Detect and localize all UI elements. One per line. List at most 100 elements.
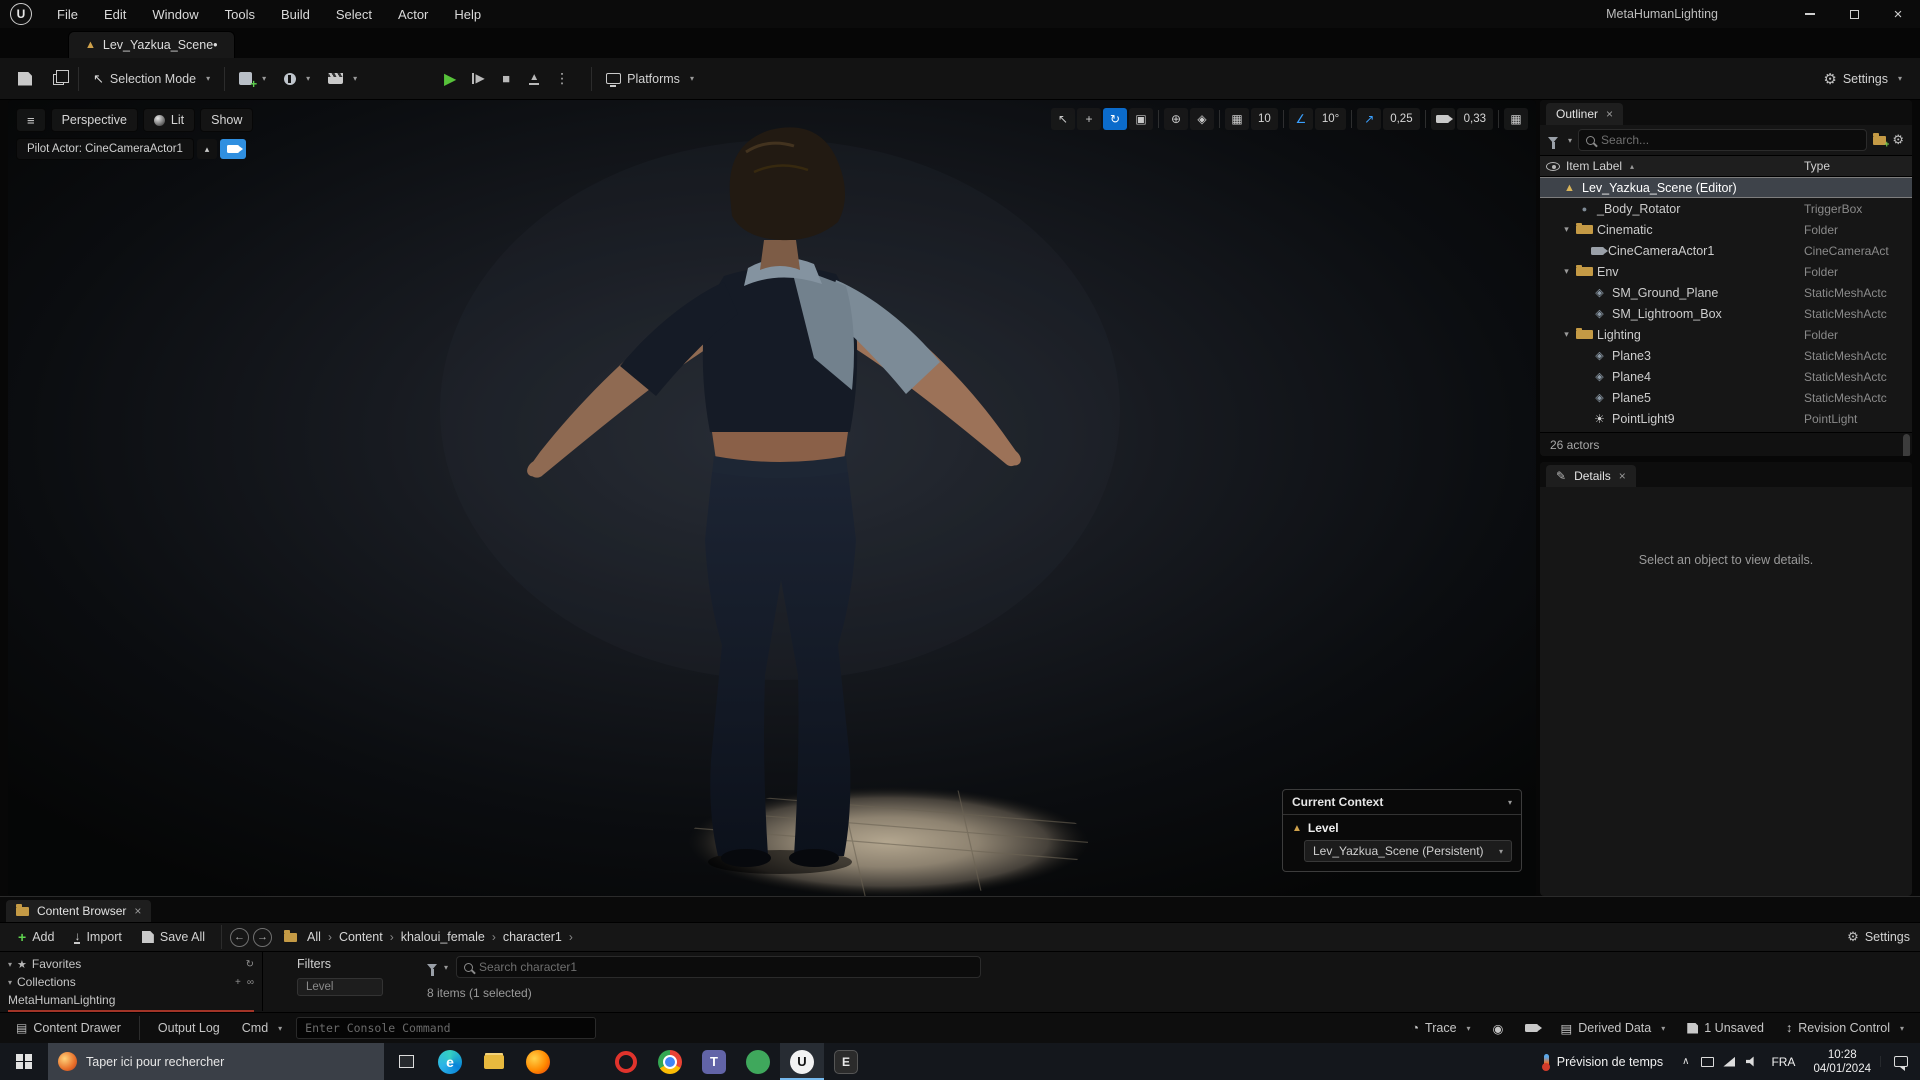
taskbar-app-teams[interactable]: [692, 1043, 736, 1080]
breadcrumb-item[interactable]: Content: [339, 930, 383, 944]
camera-speed-button[interactable]: [1430, 108, 1455, 130]
menu-file[interactable]: File: [44, 0, 91, 28]
maximize-viewport-button[interactable]: ▦: [1504, 108, 1528, 130]
add-button[interactable]: + Add: [10, 922, 62, 952]
play-options-button[interactable]: ⋮: [549, 65, 575, 93]
sidebar-item-collections[interactable]: ▾ Collections + ∞: [0, 973, 262, 991]
content-drawer-button[interactable]: ▤ Content Drawer: [8, 1016, 129, 1040]
column-item-label[interactable]: Item Label ▴: [1566, 159, 1804, 173]
link-icon[interactable]: ∞: [247, 977, 254, 988]
outliner-row[interactable]: ◈ Plane3 StaticMeshActc: [1540, 345, 1912, 366]
rotate-tool-button[interactable]: ↻: [1103, 108, 1128, 130]
asset-search-input[interactable]: [479, 960, 974, 974]
close-icon[interactable]: ×: [134, 904, 141, 918]
stop-button[interactable]: ■: [493, 65, 519, 93]
taskbar-app-app-green[interactable]: [736, 1043, 780, 1080]
viewport-scene[interactable]: [8, 100, 1536, 896]
content-browser-settings-button[interactable]: ⚙ Settings: [1847, 929, 1910, 945]
taskbar-app-chrome[interactable]: [648, 1043, 692, 1080]
start-button[interactable]: [0, 1043, 48, 1080]
forward-button[interactable]: →: [253, 927, 273, 947]
console-command-input[interactable]: [305, 1021, 588, 1035]
taskbar-app-unreal[interactable]: [780, 1043, 824, 1080]
taskbar-search-input[interactable]: [86, 1054, 374, 1069]
taskbar-app-opera[interactable]: [604, 1043, 648, 1080]
menu-window[interactable]: Window: [139, 0, 211, 28]
outliner-row[interactable]: ◈ SM_Ground_Plane StaticMeshActc: [1540, 282, 1912, 303]
volume-tray-button[interactable]: [1740, 1043, 1762, 1080]
menu-help[interactable]: Help: [441, 0, 494, 28]
tray-expand-button[interactable]: ∧: [1675, 1056, 1696, 1067]
network-tray-button[interactable]: [1718, 1043, 1740, 1080]
pilot-actor-label[interactable]: Pilot Actor: CineCameraActor1: [16, 138, 194, 160]
collapse-arrow-icon[interactable]: ▾: [1561, 266, 1572, 277]
launch-button[interactable]: ▲: [521, 65, 547, 93]
outliner-row[interactable]: CineCameraActor1 CineCameraAct: [1540, 240, 1912, 261]
world-space-button[interactable]: ⊕: [1164, 108, 1189, 130]
language-indicator[interactable]: FRA: [1762, 1055, 1804, 1069]
taskbar-app-edge[interactable]: [428, 1043, 472, 1080]
level-tab[interactable]: ▲ Lev_Yazkua_Scene•: [68, 31, 235, 58]
outliner-search[interactable]: [1578, 129, 1868, 151]
revision-control-dropdown[interactable]: ↕ Revision Control ▾: [1778, 1016, 1912, 1040]
breadcrumb-item[interactable]: All: [307, 930, 321, 944]
scale-tool-button[interactable]: ▣: [1129, 108, 1154, 130]
console-command-box[interactable]: [296, 1017, 597, 1039]
level-viewport[interactable]: ≡ Perspective Lit Show Pilot Actor: Cine…: [8, 100, 1536, 896]
cinematics-dropdown[interactable]: ▾: [320, 64, 365, 94]
level-context-dropdown[interactable]: Lev_Yazkua_Scene (Persistent) ▾: [1304, 840, 1512, 862]
close-button[interactable]: ×: [1876, 0, 1920, 28]
taskbar-app-epic[interactable]: [824, 1043, 868, 1080]
selection-mode-dropdown[interactable]: ↖ Selection Mode ▾: [85, 64, 218, 94]
filter-icon[interactable]: [1548, 137, 1558, 149]
outliner-tab[interactable]: Outliner ×: [1546, 103, 1624, 125]
play-button[interactable]: ▶: [437, 65, 463, 93]
move-tool-button[interactable]: +: [1077, 108, 1102, 130]
scale-snap-value[interactable]: 0,25: [1383, 108, 1420, 130]
outliner-row[interactable]: ◈ Plane5 StaticMeshActc: [1540, 387, 1912, 408]
platforms-dropdown[interactable]: Platforms ▾: [598, 64, 702, 94]
camera-speed-value[interactable]: 0,33: [1456, 108, 1493, 130]
outliner-search-input[interactable]: [1601, 133, 1860, 147]
select-tool-button[interactable]: ↖: [1051, 108, 1076, 130]
new-folder-icon[interactable]: [1873, 133, 1889, 149]
record-button[interactable]: ◉: [1485, 1016, 1512, 1040]
rotation-snap-value[interactable]: 10°: [1314, 108, 1347, 130]
outliner-row[interactable]: ▾ Cinematic Folder: [1540, 219, 1912, 240]
back-button[interactable]: ←: [230, 927, 250, 947]
sidebar-item-favorites[interactable]: ▾ ★ Favorites ↻: [0, 955, 262, 973]
close-icon[interactable]: ×: [1606, 107, 1613, 121]
maximize-button[interactable]: [1832, 0, 1876, 28]
display-tray-button[interactable]: [1696, 1043, 1718, 1080]
taskbar-app-mail[interactable]: [560, 1043, 604, 1080]
outliner-row[interactable]: ▲ Lev_Yazkua_Scene (Editor): [1540, 177, 1912, 198]
taskbar-app-firefox[interactable]: [516, 1043, 560, 1080]
perspective-dropdown[interactable]: Perspective: [50, 108, 138, 132]
collapse-arrow-icon[interactable]: ▾: [1561, 329, 1572, 340]
output-log-button[interactable]: Output Log: [150, 1016, 228, 1040]
show-dropdown[interactable]: Show: [200, 108, 254, 132]
outliner-row[interactable]: ● _Body_Rotator TriggerBox: [1540, 198, 1912, 219]
derived-data-dropdown[interactable]: ▤ Derived Data ▾: [1552, 1016, 1673, 1040]
notification-center-button[interactable]: [1880, 1056, 1920, 1071]
taskbar-clock[interactable]: 10:28 04/01/2024: [1804, 1048, 1880, 1076]
asset-search[interactable]: [456, 956, 982, 978]
outliner-row[interactable]: ▾ Lighting Folder: [1540, 324, 1912, 345]
outliner-row[interactable]: ▾ Env Folder: [1540, 261, 1912, 282]
outliner-row[interactable]: ◈ Plane4 StaticMeshActc: [1540, 366, 1912, 387]
screenshot-button[interactable]: [1517, 1016, 1546, 1040]
menu-actor[interactable]: Actor: [385, 0, 441, 28]
gear-icon[interactable]: ⚙: [1892, 132, 1904, 148]
blueprints-dropdown[interactable]: ▾: [276, 64, 318, 94]
grid-snap-value[interactable]: 10: [1251, 108, 1278, 130]
add-collection-icon[interactable]: +: [235, 977, 241, 988]
unsaved-button[interactable]: 1 Unsaved: [1679, 1016, 1772, 1040]
details-tab[interactable]: ✎ Details ×: [1546, 465, 1636, 487]
menu-select[interactable]: Select: [323, 0, 385, 28]
settings-dropdown[interactable]: ⚙ Settings ▾: [1815, 64, 1910, 94]
surface-snap-button[interactable]: ◈: [1190, 108, 1215, 130]
sidebar-item-project-root[interactable]: MetaHumanLighting: [0, 991, 262, 1009]
save-all-button[interactable]: Save All: [134, 922, 213, 952]
current-context-header[interactable]: Current Context ▾: [1283, 790, 1521, 815]
close-icon[interactable]: ×: [1619, 469, 1626, 483]
